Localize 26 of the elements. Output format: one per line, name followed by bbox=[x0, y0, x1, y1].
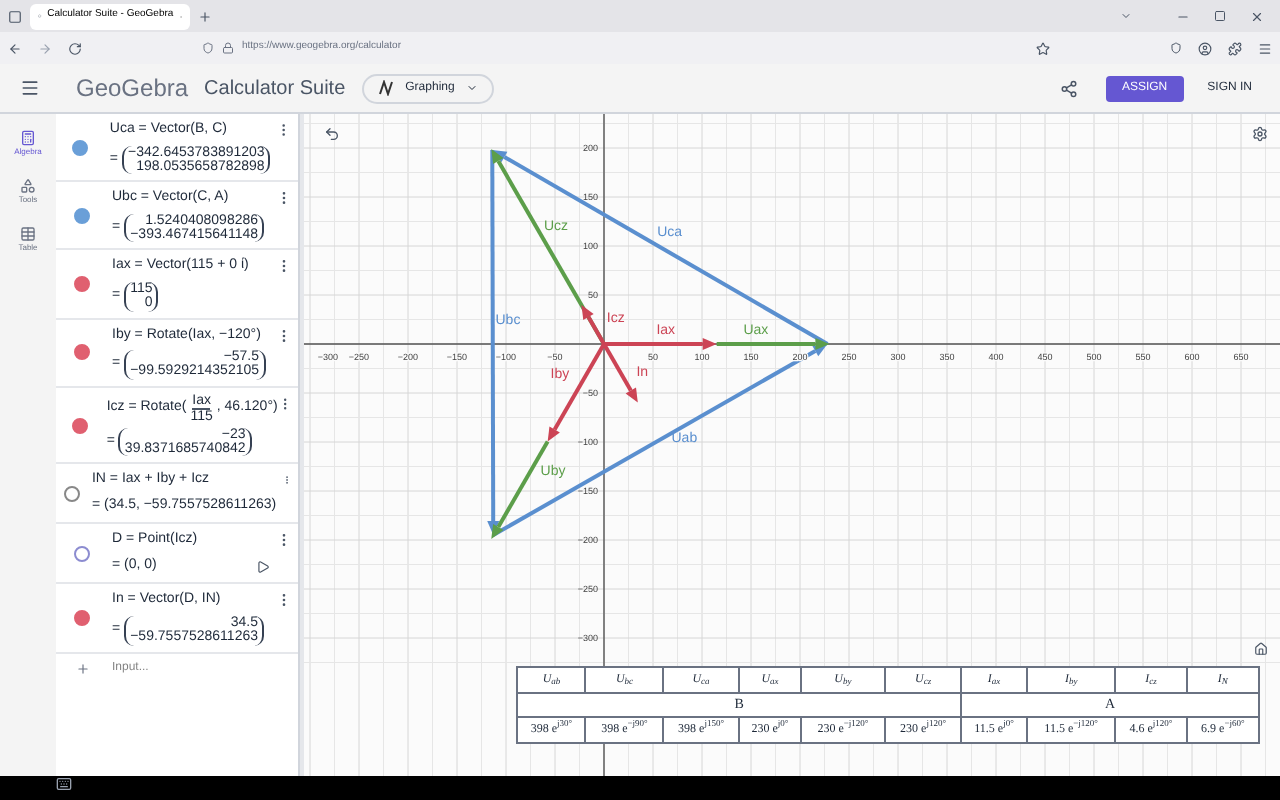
menu-icon[interactable] bbox=[20, 78, 40, 98]
share-icon[interactable] bbox=[1059, 79, 1078, 97]
app-title: Calculator Suite bbox=[204, 75, 346, 103]
tab-overview-icon[interactable] bbox=[8, 9, 22, 23]
new-tab-icon[interactable] bbox=[198, 9, 212, 23]
menu-icon[interactable] bbox=[1258, 41, 1272, 55]
account-icon[interactable] bbox=[1198, 41, 1212, 55]
keyboard-icon[interactable] bbox=[56, 776, 72, 792]
extensions-icon[interactable] bbox=[1228, 41, 1242, 55]
back-icon[interactable] bbox=[8, 41, 22, 55]
settings-icon[interactable] bbox=[1252, 126, 1268, 142]
home-icon[interactable] bbox=[1254, 642, 1268, 656]
lock-icon bbox=[222, 42, 234, 54]
play-icon[interactable] bbox=[256, 559, 270, 574]
caret-icon bbox=[466, 82, 479, 94]
maximize-icon[interactable] bbox=[1214, 10, 1226, 22]
shapes-icon bbox=[20, 178, 36, 194]
shield-icon bbox=[202, 42, 214, 54]
bookmark-star-icon[interactable] bbox=[1036, 41, 1050, 55]
calculator-icon bbox=[19, 130, 36, 146]
undo-icon[interactable] bbox=[324, 126, 340, 142]
logo: GeoGebra bbox=[76, 72, 189, 106]
reload-icon[interactable] bbox=[68, 41, 82, 55]
table-icon bbox=[20, 226, 36, 242]
shield-icon[interactable] bbox=[1170, 42, 1182, 54]
graph-curve-icon bbox=[377, 80, 394, 96]
